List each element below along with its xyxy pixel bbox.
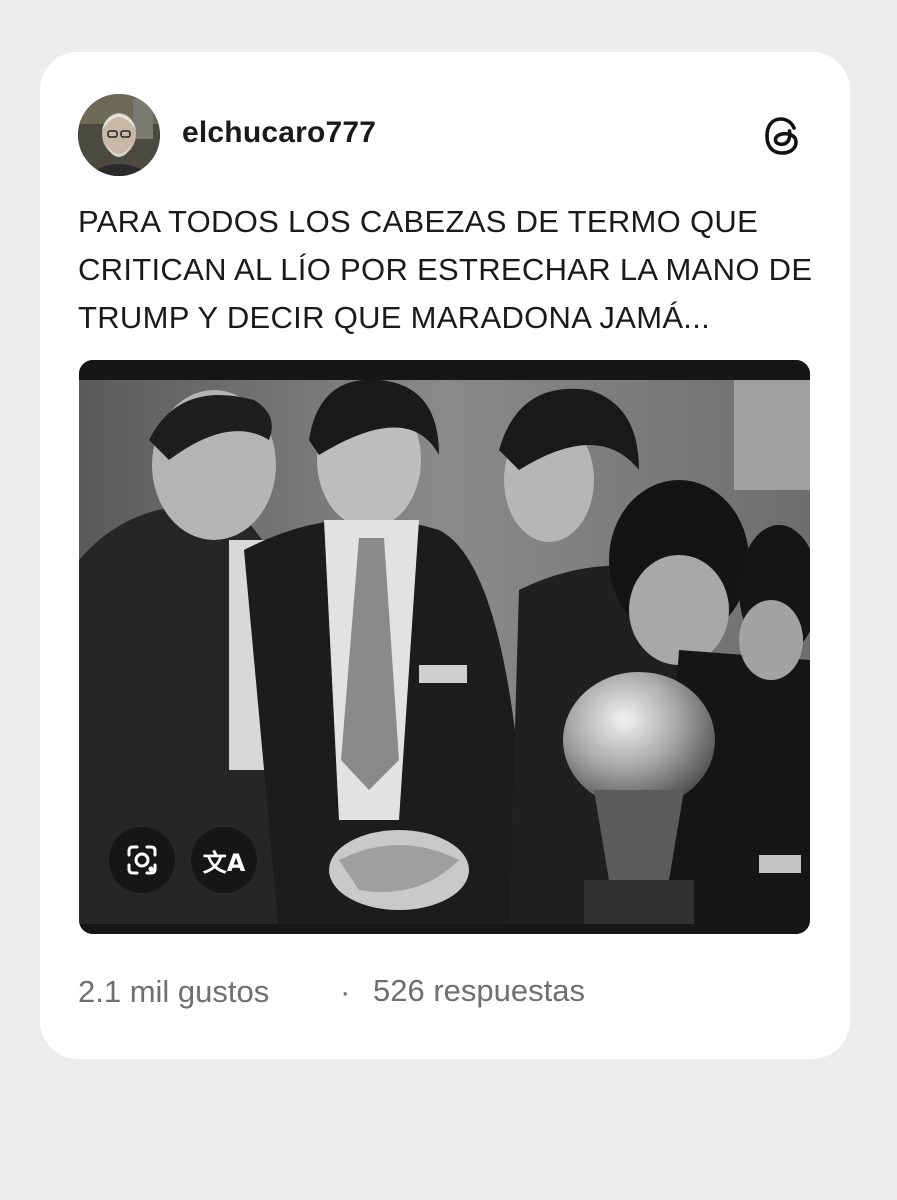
google-lens-icon [127, 845, 157, 875]
threads-icon[interactable] [760, 112, 808, 160]
post-text[interactable]: PARA TODOS LOS CABEZAS DE TERMO QUE CRIT… [78, 198, 818, 342]
post-card[interactable]: elchucaro777 PARA TODOS LOS CABEZAS DE T… [40, 52, 850, 1059]
google-lens-button[interactable] [109, 827, 175, 893]
stats-separator: · [340, 974, 351, 1009]
likes-count[interactable]: 2.1 mil gustos [78, 974, 269, 1010]
post-photo[interactable]: 文A [79, 360, 810, 934]
avatar[interactable] [78, 94, 160, 176]
translate-icon: 文A [202, 848, 246, 877]
username[interactable]: elchucaro777 [182, 116, 376, 150]
translate-button[interactable]: 文A [191, 827, 257, 893]
replies-count[interactable]: 526 respuestas [364, 968, 594, 1014]
